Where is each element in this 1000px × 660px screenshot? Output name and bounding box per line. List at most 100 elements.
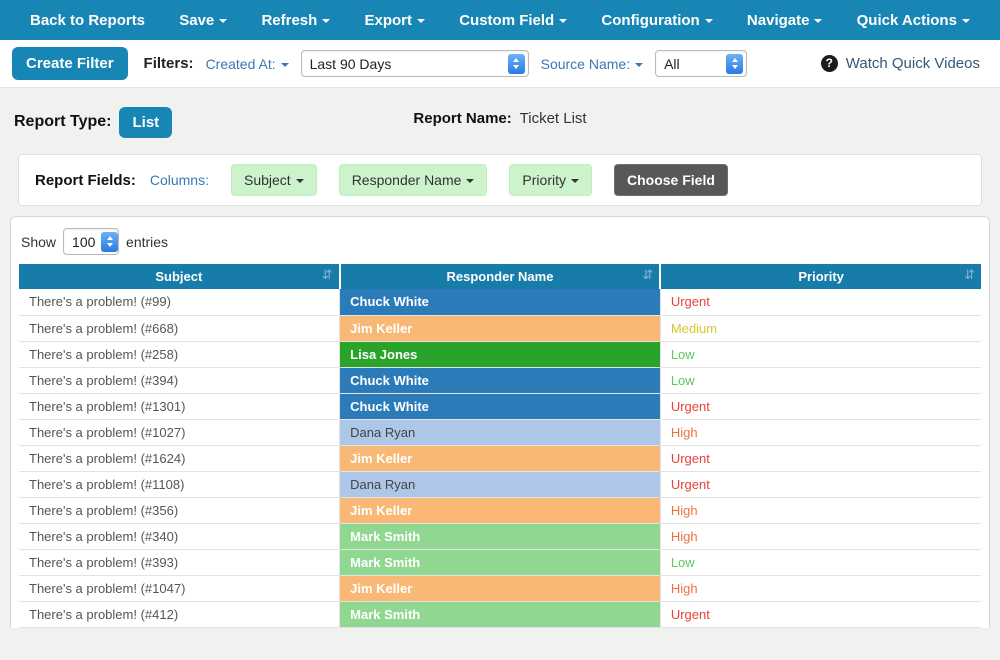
field-button-label: Priority [522,172,566,188]
column-header-responder-name[interactable]: Responder Name ⇵ [340,264,661,289]
nav-label: Refresh [261,12,317,29]
create-filter-button[interactable]: Create Filter [12,47,128,80]
nav-back-to-reports[interactable]: Back to Reports [30,12,145,29]
report-type-label: Report Type: [14,113,111,131]
report-name-label: Report Name: [413,110,511,127]
column-header-label: Responder Name [447,269,554,284]
subject-cell: There's a problem! (#668) [19,315,340,341]
nav-label: Back to Reports [30,12,145,29]
responder-cell: Jim Keller [340,315,661,341]
nav-save-menu[interactable]: Save [179,12,227,29]
table-row: There's a problem! (#258)Lisa JonesLow [19,341,981,367]
table-row: There's a problem! (#1108)Dana RyanUrgen… [19,471,981,497]
chevron-down-icon [635,63,643,67]
nav-label: Export [365,12,413,29]
report-type-row: Report Type: List Report Name: Ticket Li… [0,88,1000,140]
show-label: Show [21,234,56,250]
field-button-priority[interactable]: Priority [509,164,592,196]
chevron-down-icon [322,19,330,23]
report-name-value: Ticket List [520,110,587,127]
chevron-down-icon [296,179,304,183]
priority-cell: Urgent [660,445,981,471]
entries-select[interactable]: 100 [63,228,119,255]
source-name-label: Source Name: [541,56,630,72]
field-button-subject[interactable]: Subject [231,164,317,196]
report-name: Report Name: Ticket List [413,110,586,127]
chevron-down-icon [219,19,227,23]
watch-quick-videos-link[interactable]: Watch Quick Videos [846,55,980,72]
table-row: There's a problem! (#1301)Chuck WhiteUrg… [19,393,981,419]
nav-refresh-menu[interactable]: Refresh [261,12,330,29]
priority-cell: Low [660,367,981,393]
table-row: There's a problem! (#99)Chuck WhiteUrgen… [19,289,981,315]
chevron-down-icon [962,19,970,23]
responder-cell: Mark Smith [340,523,661,549]
table-row: There's a problem! (#412)Mark SmithUrgen… [19,601,981,627]
subject-cell: There's a problem! (#258) [19,341,340,367]
top-nav-bar: Back to Reports Save Refresh Export Cust… [0,0,1000,40]
nav-quick-actions-menu[interactable]: Quick Actions [857,12,970,29]
column-header-subject[interactable]: Subject ⇵ [19,264,340,289]
nav-label: Save [179,12,214,29]
column-header-label: Priority [798,269,844,284]
subject-cell: There's a problem! (#394) [19,367,340,393]
report-table: Subject ⇵ Responder Name ⇵ Priority ⇵ There… [19,264,981,628]
report-type-list-button[interactable]: List [119,107,172,138]
question-circle-icon[interactable]: ? [821,55,838,72]
chevron-down-icon [705,19,713,23]
priority-cell: Low [660,341,981,367]
filter-bar: Create Filter Filters: Created At: Last … [0,40,1000,88]
table-row: There's a problem! (#394)Chuck WhiteLow [19,367,981,393]
nav-label: Quick Actions [857,12,957,29]
subject-cell: There's a problem! (#1301) [19,393,340,419]
sort-icon[interactable]: ⇵ [322,268,333,283]
responder-cell: Dana Ryan [340,419,661,445]
priority-cell: High [660,575,981,601]
created-at-label: Created At: [206,56,276,72]
created-at-select[interactable]: Last 90 Days [301,50,529,77]
entries-value: 100 [72,234,95,250]
priority-cell: Urgent [660,289,981,315]
source-name-dropdown[interactable]: Source Name: [541,56,643,72]
priority-cell: High [660,523,981,549]
subject-cell: There's a problem! (#393) [19,549,340,575]
table-row: There's a problem! (#393)Mark SmithLow [19,549,981,575]
responder-cell: Jim Keller [340,575,661,601]
report-fields-card: Report Fields: Columns: Subject Responde… [18,154,982,206]
chevron-down-icon [417,19,425,23]
subject-cell: There's a problem! (#356) [19,497,340,523]
nav-label: Configuration [601,12,699,29]
report-table-card: Show 100 entries Subject⇵ Responder Name… [10,216,990,628]
choose-field-button[interactable]: Choose Field [614,164,728,196]
responder-cell: Jim Keller [340,445,661,471]
table-row: There's a problem! (#1624)Jim KellerUrge… [19,445,981,471]
column-header-priority[interactable]: Priority ⇵ [660,264,981,289]
column-header-label: Subject [155,269,202,284]
priority-cell: Urgent [660,601,981,627]
subject-cell: There's a problem! (#1027) [19,419,340,445]
sort-icon[interactable]: ⇵ [642,268,653,283]
report-fields-label: Report Fields: [35,172,136,189]
created-at-dropdown[interactable]: Created At: [206,56,289,72]
responder-cell: Mark Smith [340,549,661,575]
subject-cell: There's a problem! (#1624) [19,445,340,471]
nav-label: Custom Field [459,12,554,29]
source-name-select[interactable]: All [655,50,747,77]
subject-cell: There's a problem! (#340) [19,523,340,549]
nav-configuration-menu[interactable]: Configuration [601,12,712,29]
priority-cell: Urgent [660,471,981,497]
help-area: ? Watch Quick Videos [821,55,980,72]
priority-cell: Urgent [660,393,981,419]
chevron-down-icon [559,19,567,23]
responder-cell: Chuck White [340,393,661,419]
field-button-responder-name[interactable]: Responder Name [339,164,488,196]
filters-label: Filters: [144,55,194,72]
responder-cell: Chuck White [340,367,661,393]
nav-navigate-menu[interactable]: Navigate [747,12,823,29]
created-at-value: Last 90 Days [310,56,392,72]
sort-icon[interactable]: ⇵ [964,268,975,283]
responder-cell: Lisa Jones [340,627,661,628]
nav-export-menu[interactable]: Export [365,12,426,29]
table-row: There's a problem! (#1135)Lisa JonesLow [19,627,981,628]
nav-custom-field-menu[interactable]: Custom Field [459,12,567,29]
